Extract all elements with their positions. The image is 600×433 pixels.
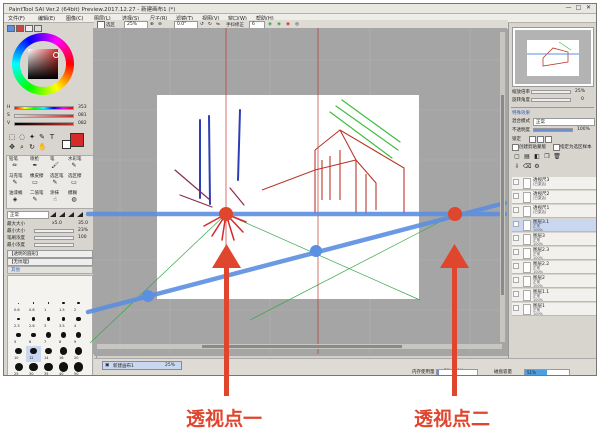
guide-handle-1[interactable] — [142, 290, 154, 302]
vertical-scroll-thumb[interactable] — [501, 95, 504, 295]
arrow-1-shaft — [224, 260, 229, 396]
paper — [157, 95, 419, 299]
guide-handle-2[interactable] — [310, 245, 322, 257]
vanishing-point-2[interactable] — [448, 207, 462, 221]
canvas-overlay — [85, 28, 508, 396]
horizontal-scroll-thumb[interactable] — [202, 345, 402, 348]
arrow-2-shaft — [452, 260, 457, 396]
vp1-caption: 透视点一 — [186, 408, 263, 430]
vp2-caption: 透视点二 — [414, 408, 491, 430]
vanishing-point-1[interactable] — [219, 207, 233, 221]
